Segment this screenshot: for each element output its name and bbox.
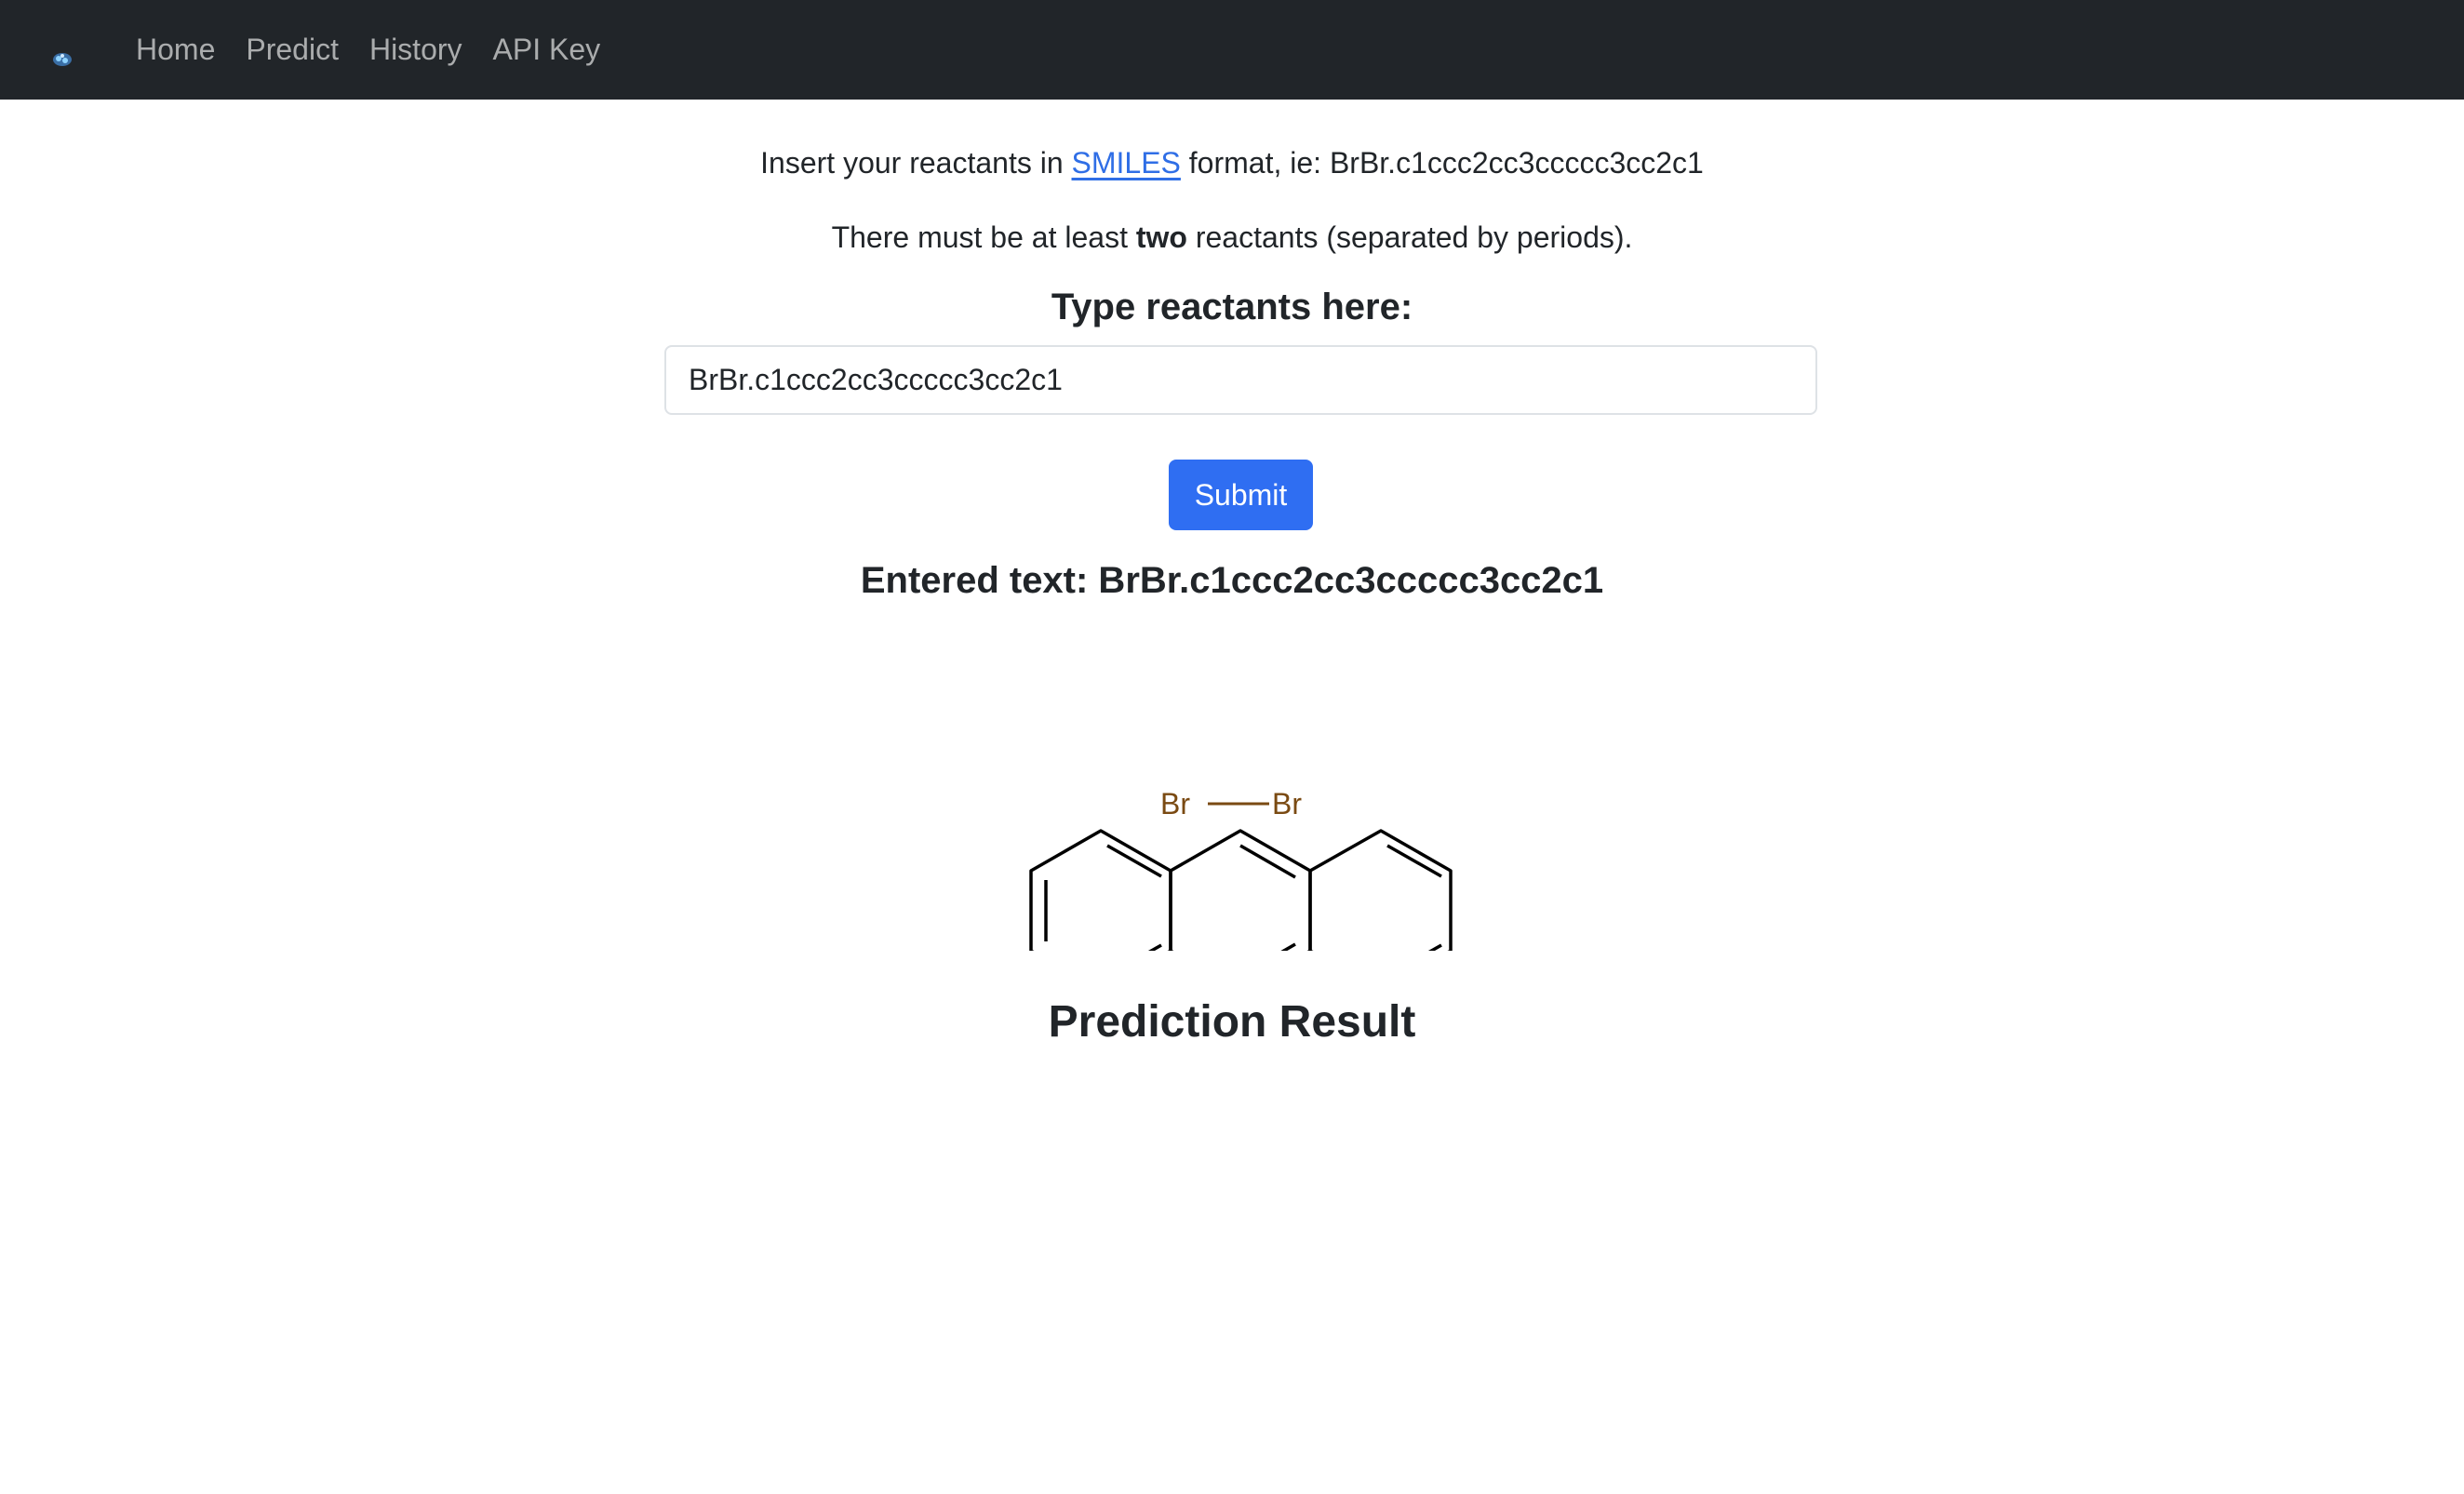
rule-prefix: There must be at least xyxy=(831,220,1136,254)
rule-bold: two xyxy=(1135,220,1187,254)
reactant-structure-image: Br Br xyxy=(1029,787,1453,951)
bromine-atom-right: Br xyxy=(1272,787,1302,820)
anthracene-ring-right xyxy=(1308,829,1453,951)
molecule-logo-icon[interactable] xyxy=(50,48,74,69)
bromine-atom-left: Br xyxy=(1160,787,1190,820)
instructions-prefix: Insert your reactants in xyxy=(760,146,1072,180)
nav-links: Home Predict History API Key xyxy=(136,0,631,100)
reactant-rule-text: There must be at least two reactants (se… xyxy=(0,215,2464,260)
bromine-molecule: Br Br xyxy=(1160,787,1302,820)
reactants-label: Type reactants here: xyxy=(1051,287,1413,327)
anthracene-ring-middle xyxy=(1169,829,1312,951)
instructions-suffix: format, ie: BrBr.c1ccc2cc3ccccc3cc2c1 xyxy=(1180,146,1704,180)
anthracene-molecule xyxy=(1029,829,1453,951)
smiles-instructions: Insert your reactants in SMILES format, … xyxy=(0,140,2464,185)
nav-home-link[interactable]: Home xyxy=(136,33,215,67)
entered-text: Entered text: BrBr.c1ccc2cc3ccccc3cc2c1 xyxy=(860,560,1604,601)
nav-predict-link[interactable]: Predict xyxy=(246,33,339,67)
submit-button[interactable]: Submit xyxy=(1169,460,1313,530)
prediction-result-title: Prediction Result xyxy=(1048,997,1416,1047)
aromatic-inner-bonds xyxy=(1044,844,1442,951)
anthracene-ring-left xyxy=(1029,829,1172,951)
smiles-link[interactable]: SMILES xyxy=(1072,146,1181,180)
navbar: Home Predict History API Key xyxy=(0,0,2464,100)
reactants-input[interactable] xyxy=(664,345,1817,415)
nav-api-key-link[interactable]: API Key xyxy=(493,33,601,67)
nav-history-link[interactable]: History xyxy=(369,33,462,67)
rule-suffix: reactants (separated by periods). xyxy=(1186,220,1633,254)
